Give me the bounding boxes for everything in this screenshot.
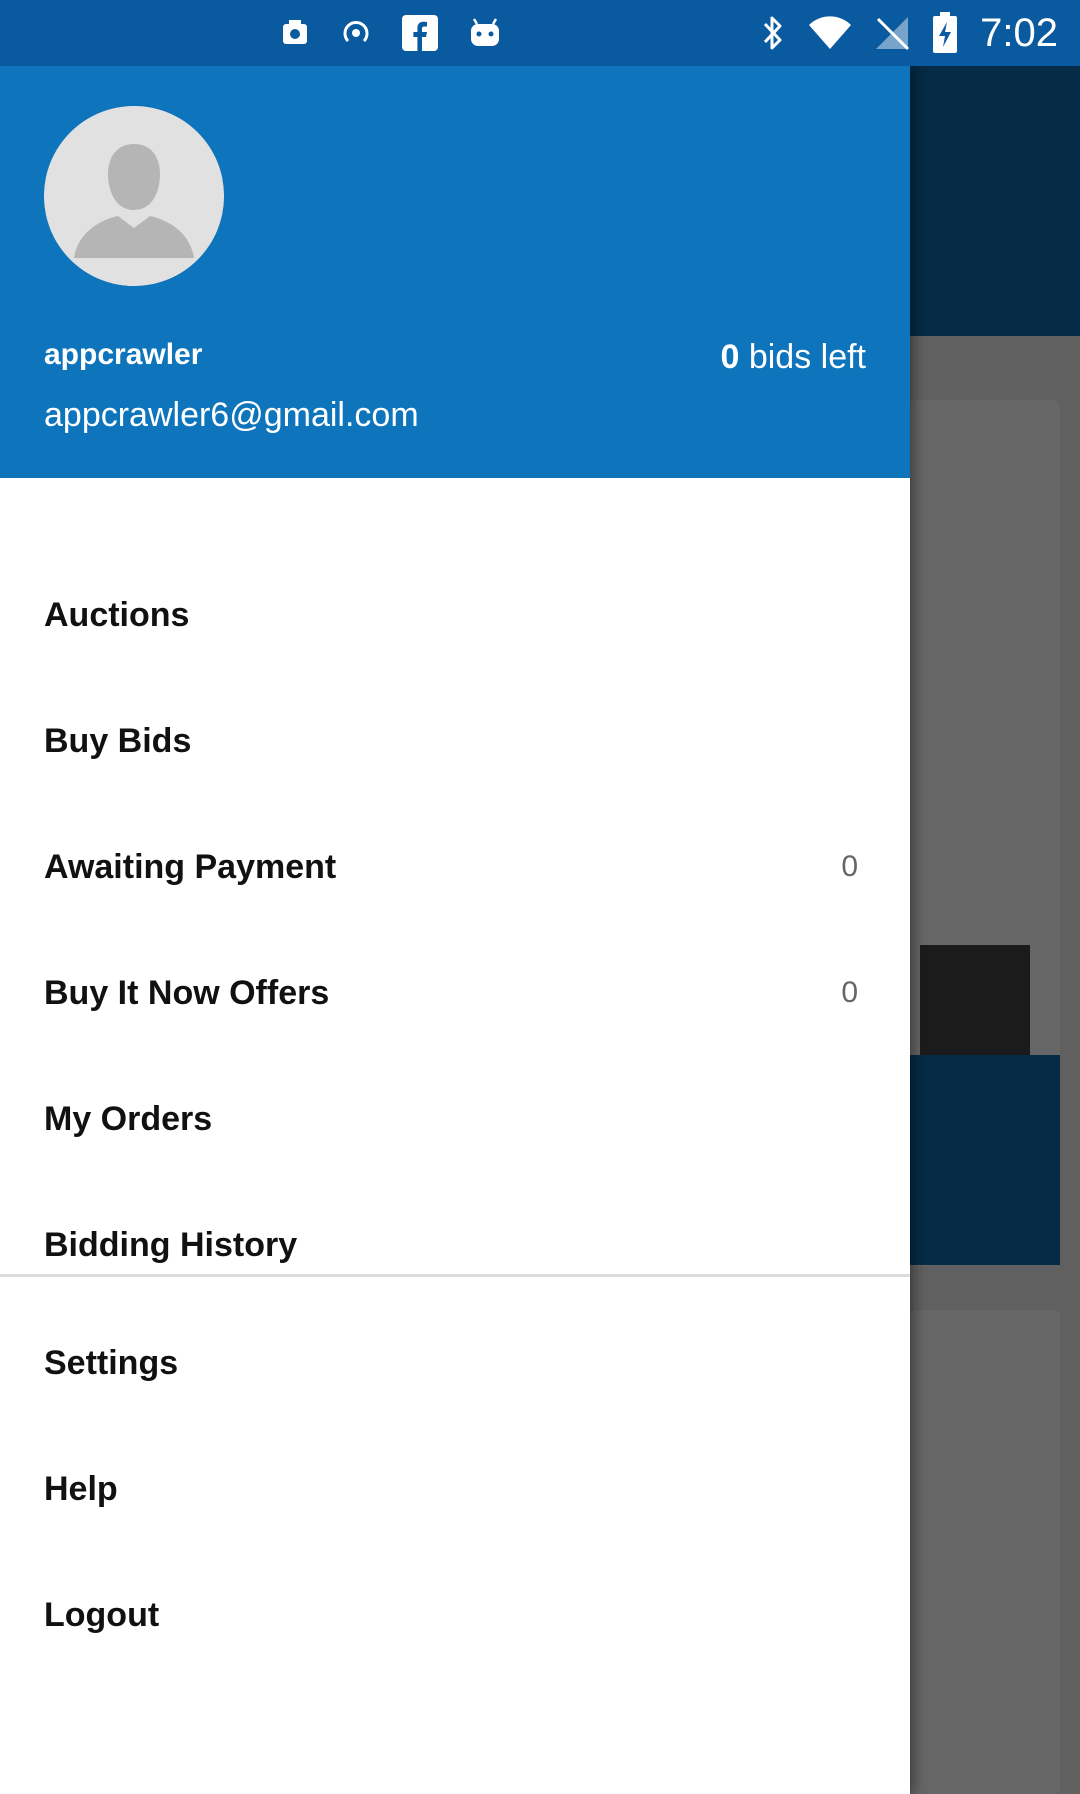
menu-item-label: Settings bbox=[44, 1343, 179, 1382]
menu-item-label: Help bbox=[44, 1469, 118, 1508]
wifi-icon bbox=[808, 15, 852, 51]
hotspot-icon bbox=[340, 17, 372, 49]
menu-divider bbox=[0, 1274, 910, 1277]
navigation-drawer: appcrawler appcrawler6@gmail.com 0 bids … bbox=[0, 66, 910, 1794]
android-icon bbox=[468, 16, 502, 50]
menu-item-logout[interactable]: Logout bbox=[0, 1552, 910, 1678]
bluetooth-icon bbox=[760, 14, 786, 52]
drawer-secondary-menu: Settings Help Logout bbox=[0, 1300, 910, 1678]
menu-item-label: Logout bbox=[44, 1595, 160, 1634]
username: appcrawler bbox=[44, 338, 203, 371]
menu-item-label: Buy It Now Offers bbox=[44, 973, 330, 1012]
menu-item-awaiting-payment[interactable]: Awaiting Payment 0 bbox=[0, 804, 910, 930]
facebook-icon bbox=[402, 15, 438, 51]
menu-item-settings[interactable]: Settings bbox=[0, 1300, 910, 1426]
menu-item-help[interactable]: Help bbox=[0, 1426, 910, 1552]
menu-item-my-orders[interactable]: My Orders bbox=[0, 1056, 910, 1182]
menu-item-buy-bids[interactable]: Buy Bids bbox=[0, 678, 910, 804]
bids-left-label: bids left bbox=[739, 338, 866, 376]
menu-item-bidding-history[interactable]: Bidding History bbox=[0, 1182, 910, 1308]
buy-it-now-offers-count: 0 bbox=[841, 976, 858, 1009]
no-sim-icon bbox=[874, 15, 910, 51]
clock: 7:02 bbox=[980, 10, 1058, 55]
drawer-header: appcrawler appcrawler6@gmail.com 0 bids … bbox=[0, 66, 910, 478]
status-bar: 7:02 bbox=[0, 0, 1080, 66]
drawer-main-menu: Auctions Buy Bids Awaiting Payment 0 Buy… bbox=[0, 552, 910, 1308]
awaiting-payment-count: 0 bbox=[841, 850, 858, 883]
menu-item-label: Auctions bbox=[44, 595, 190, 634]
menu-item-buy-it-now-offers[interactable]: Buy It Now Offers 0 bbox=[0, 930, 910, 1056]
bids-left: 0 bids left bbox=[720, 338, 866, 377]
menu-item-label: My Orders bbox=[44, 1099, 213, 1138]
screenshot-icon bbox=[280, 18, 310, 48]
menu-item-auctions[interactable]: Auctions bbox=[0, 552, 910, 678]
menu-item-label: Awaiting Payment bbox=[44, 847, 337, 886]
bids-left-count: 0 bbox=[720, 338, 740, 376]
menu-item-label: Bidding History bbox=[44, 1225, 298, 1264]
avatar-placeholder-icon[interactable] bbox=[44, 106, 224, 286]
user-email: appcrawler6@gmail.com bbox=[44, 396, 419, 434]
menu-item-label: Buy Bids bbox=[44, 721, 192, 760]
battery-charging-icon bbox=[932, 12, 958, 54]
